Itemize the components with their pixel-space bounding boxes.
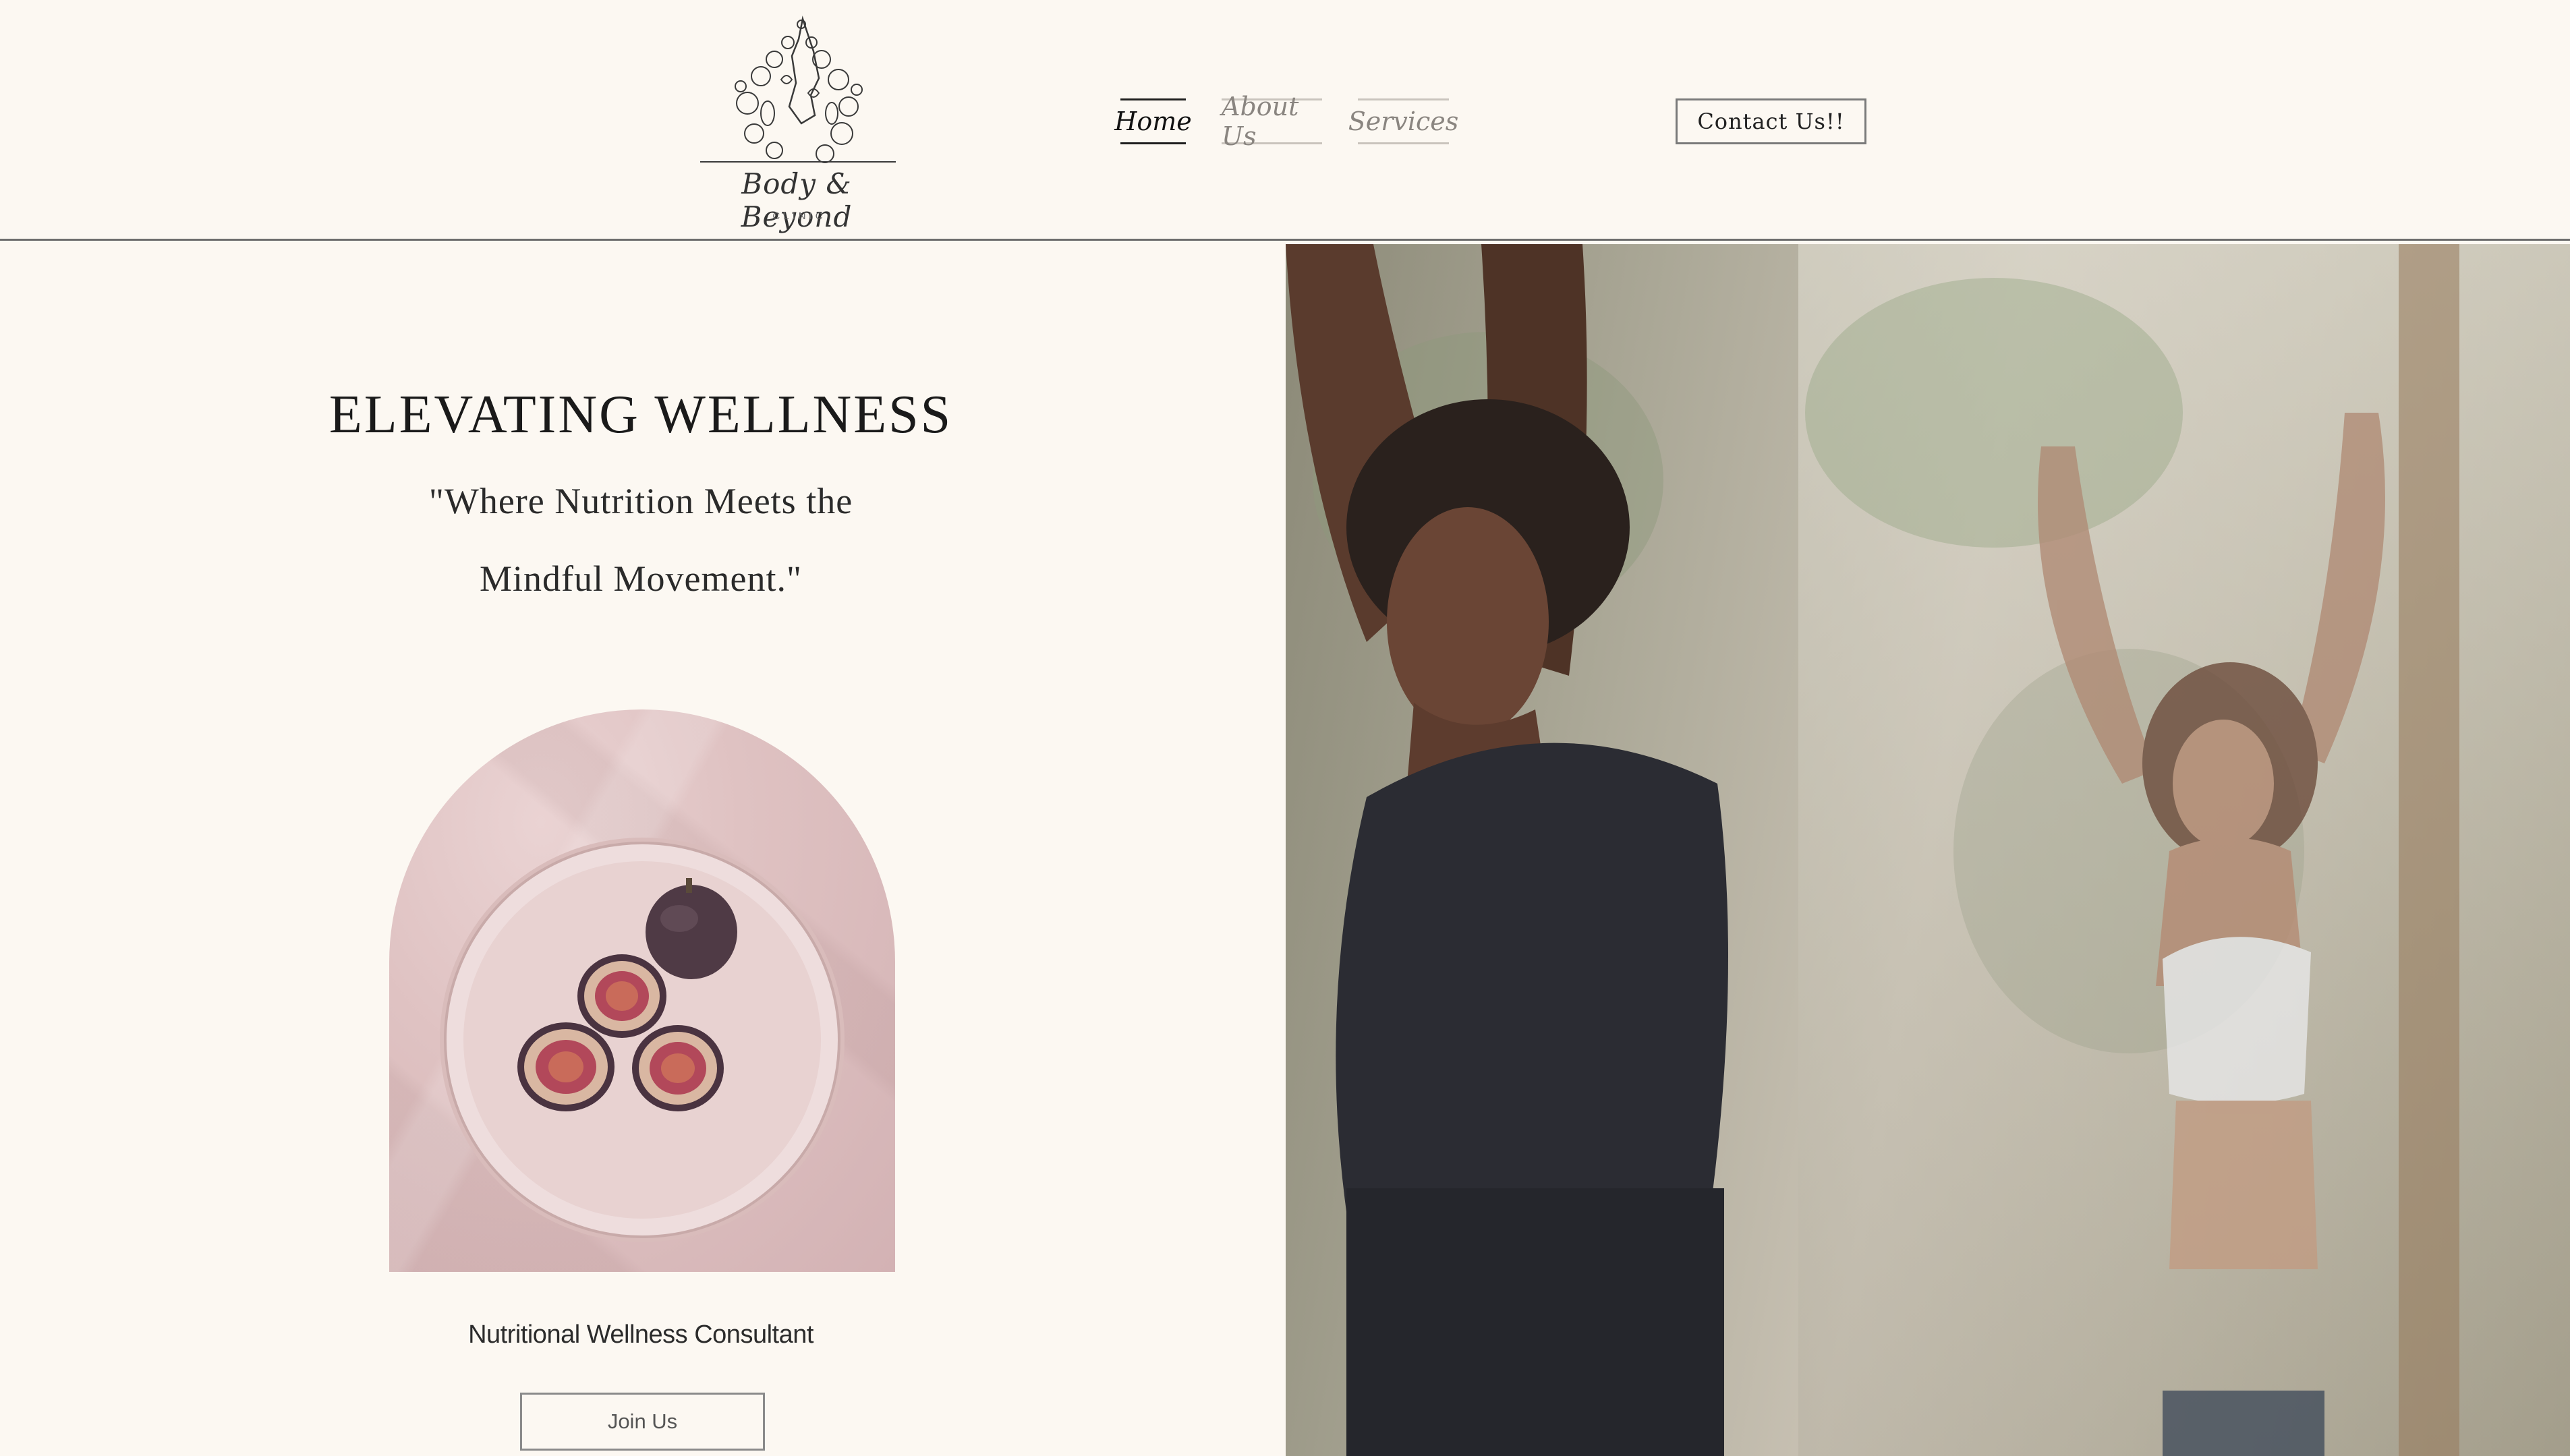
hero-tagline: Nutritional Wellness Consultant: [468, 1320, 813, 1349]
hero-quote: "Where Nutrition Meets the Mindful Movem…: [236, 463, 1046, 618]
hero-quote-line-1: "Where Nutrition Meets the: [428, 481, 853, 521]
logo-script-text: Body & Beyond: [741, 167, 853, 233]
nav-about-us[interactable]: About Us: [1222, 92, 1322, 151]
nav-home[interactable]: Home: [1114, 98, 1192, 144]
contact-button[interactable]: Contact Us!!: [1676, 98, 1866, 144]
hero-quote-line-2: Mindful Movement.": [479, 558, 802, 599]
nav-services[interactable]: Services: [1348, 98, 1458, 144]
logo-subtitle: CLINIC: [772, 210, 826, 222]
hero-title: ELEVATING WELLNESS: [329, 385, 953, 444]
header-divider: [0, 239, 2570, 241]
join-us-button[interactable]: Join Us: [520, 1393, 765, 1451]
figs-arch-image: [389, 709, 895, 1272]
site-header: Body & Beyond CLINIC Home About Us Servi…: [0, 0, 2570, 241]
hero-yoga-photo: [1286, 244, 2570, 1456]
